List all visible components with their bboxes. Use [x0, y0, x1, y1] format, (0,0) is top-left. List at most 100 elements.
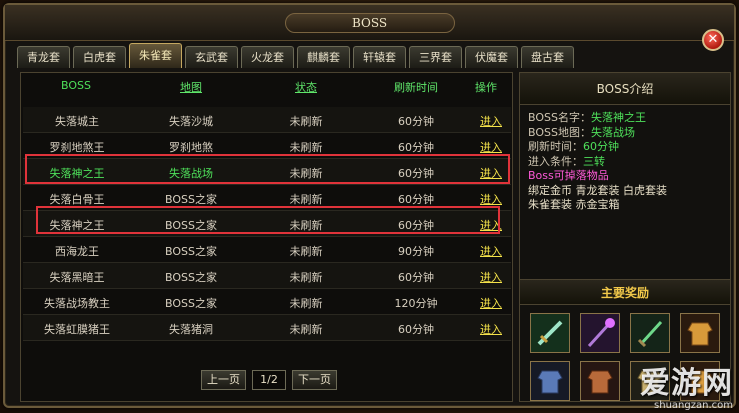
tab-fumo[interactable]: 伏魔套	[465, 46, 518, 68]
enter-link[interactable]: 进入	[473, 321, 509, 337]
window-title: BOSS	[351, 16, 388, 30]
boss-refresh: 60分钟	[398, 115, 434, 128]
info-title: BOSS介绍	[520, 73, 730, 105]
table-row[interactable]: 失落神之王 BOSS之家 未刷新 60分钟 进入	[23, 211, 511, 237]
boss-list-panel: BOSS 地图 状态 刷新时间 操作 失落城主 失落沙城 未刷新 60分钟 进入…	[20, 72, 513, 402]
tab-huolong[interactable]: 火龙套	[241, 46, 294, 68]
drop-title: Boss可掉落物品	[528, 169, 609, 182]
table-row-selected[interactable]: 失落神之王 失落战场 未刷新 60分钟 进入	[23, 159, 511, 185]
boss-window: BOSS ✕ 青龙套 白虎套 朱雀套 玄武套 火龙套 麒麟套 轩辕套 三界套 伏…	[3, 3, 736, 408]
boss-map: BOSS之家	[165, 271, 217, 284]
header-map[interactable]: 地图	[131, 79, 251, 97]
tab-zhuque[interactable]: 朱雀套	[129, 43, 182, 68]
tab-pangu[interactable]: 盘古套	[521, 46, 574, 68]
reward-slot[interactable]	[580, 313, 620, 353]
enter-link[interactable]: 进入	[473, 165, 509, 181]
tab-xuanwu[interactable]: 玄武套	[185, 46, 238, 68]
boss-map: BOSS之家	[165, 193, 217, 206]
boss-refresh: 90分钟	[398, 245, 434, 258]
blade-icon	[631, 314, 669, 352]
boss-info-panel: BOSS介绍 BOSS名字：失落神之王 BOSS地图：失落战场 刷新时间：60分…	[519, 72, 731, 402]
header-boss: BOSS	[61, 79, 91, 92]
boss-name: 失落神之王	[49, 219, 105, 232]
boss-name: 失落战场教主	[44, 297, 110, 310]
armor-icon	[681, 314, 719, 352]
reward-grid	[530, 313, 720, 401]
boss-status: 未刷新	[289, 323, 323, 336]
page-indicator: 1/2	[252, 370, 286, 390]
title-bar[interactable]: BOSS	[5, 5, 734, 41]
boss-refresh: 120分钟	[394, 297, 438, 310]
pagination: 上一页 1/2 下一页	[201, 370, 337, 390]
enter-link[interactable]: 进入	[473, 139, 509, 155]
boss-name: 失落神之王	[49, 167, 105, 180]
boss-refresh: 60分钟	[398, 167, 434, 180]
info-boss-name: BOSS名字：失落神之王	[528, 111, 646, 124]
boss-refresh: 60分钟	[398, 141, 434, 154]
boss-status: 未刷新	[289, 193, 323, 206]
table-row[interactable]: 失落黑暗王 BOSS之家 未刷新 60分钟 进入	[23, 263, 511, 289]
drop-items-line: 朱雀套装 赤金宝箱	[528, 198, 620, 211]
boss-name: 西海龙王	[55, 245, 99, 258]
boss-map: 罗刹地煞	[169, 141, 213, 154]
table-row[interactable]: 失落白骨王 BOSS之家 未刷新 60分钟 进入	[23, 185, 511, 211]
armor-icon	[681, 362, 719, 400]
table-row[interactable]: 西海龙王 BOSS之家 未刷新 90分钟 进入	[23, 237, 511, 263]
table-row[interactable]: 罗刹地煞王 罗刹地煞 未刷新 60分钟 进入	[23, 133, 511, 159]
armor-icon	[581, 362, 619, 400]
set-tabs: 青龙套 白虎套 朱雀套 玄武套 火龙套 麒麟套 轩辕套 三界套 伏魔套 盘古套	[17, 43, 574, 68]
tab-xuanyuan[interactable]: 轩辕套	[353, 46, 406, 68]
reward-slot[interactable]	[680, 361, 720, 401]
boss-map: 失落战场	[169, 167, 213, 180]
header-status[interactable]: 状态	[251, 79, 361, 97]
tab-sanjie[interactable]: 三界套	[409, 46, 462, 68]
next-page-button[interactable]: 下一页	[292, 370, 337, 390]
close-icon: ✕	[707, 32, 719, 47]
enter-link[interactable]: 进入	[473, 191, 509, 207]
info-body: BOSS名字：失落神之王 BOSS地图：失落战场 刷新时间：60分钟 进入条件：…	[520, 105, 730, 219]
reward-slot[interactable]	[530, 361, 570, 401]
table-row[interactable]: 失落战场教主 BOSS之家 未刷新 120分钟 进入	[23, 289, 511, 315]
tab-qinglong[interactable]: 青龙套	[17, 46, 70, 68]
header-operation: 操作	[475, 81, 497, 94]
enter-link[interactable]: 进入	[473, 269, 509, 285]
tab-qilin[interactable]: 麒麟套	[297, 46, 350, 68]
boss-refresh: 60分钟	[398, 323, 434, 336]
enter-link[interactable]: 进入	[473, 295, 509, 311]
boss-name: 失落城主	[55, 115, 99, 128]
boss-status: 未刷新	[289, 115, 323, 128]
sword-icon	[531, 314, 569, 352]
table-row[interactable]: 失落虹膜猪王 失落猪洞 未刷新 60分钟 进入	[23, 315, 511, 341]
close-button[interactable]: ✕	[702, 29, 724, 51]
boss-status: 未刷新	[289, 167, 323, 180]
table-row[interactable]: 失落城主 失落沙城 未刷新 60分钟 进入	[23, 107, 511, 133]
reward-slot[interactable]	[680, 313, 720, 353]
info-entry-condition: 进入条件：三转	[528, 154, 605, 168]
boss-status: 未刷新	[289, 245, 323, 258]
header-refresh-time: 刷新时间	[394, 81, 438, 94]
reward-slot[interactable]	[630, 361, 670, 401]
boss-refresh: 60分钟	[398, 193, 434, 206]
info-boss-map: BOSS地图：失落战场	[528, 125, 635, 139]
reward-slot[interactable]	[530, 313, 570, 353]
armor-icon	[531, 362, 569, 400]
boss-name: 失落白骨王	[49, 193, 105, 206]
enter-link[interactable]: 进入	[473, 217, 509, 233]
boss-map: 失落猪洞	[169, 323, 213, 336]
reward-title: 主要奖励	[520, 279, 730, 305]
boss-map: BOSS之家	[165, 219, 217, 232]
reward-slot[interactable]	[580, 361, 620, 401]
boss-status: 未刷新	[289, 297, 323, 310]
drop-items-line: 绑定金币 青龙套装 白虎套装	[528, 183, 667, 197]
prev-page-button[interactable]: 上一页	[201, 370, 246, 390]
boss-refresh: 60分钟	[398, 271, 434, 284]
boss-status: 未刷新	[289, 271, 323, 284]
boss-refresh: 60分钟	[398, 219, 434, 232]
boss-map: 失落沙城	[169, 115, 213, 128]
tab-baihu[interactable]: 白虎套	[73, 46, 126, 68]
enter-link[interactable]: 进入	[473, 243, 509, 259]
reward-slot[interactable]	[630, 313, 670, 353]
boss-rows: 失落城主 失落沙城 未刷新 60分钟 进入 罗刹地煞王 罗刹地煞 未刷新 60分…	[23, 107, 511, 341]
enter-link[interactable]: 进入	[473, 113, 509, 129]
boss-name: 失落黑暗王	[49, 271, 105, 284]
